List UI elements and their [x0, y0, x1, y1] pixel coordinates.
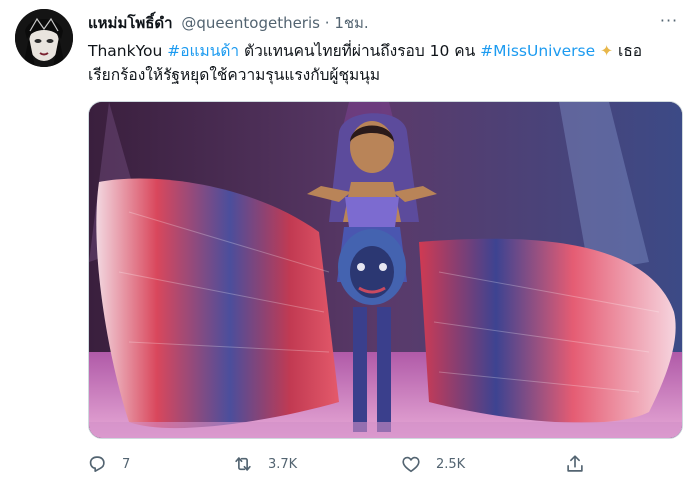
display-name[interactable]: แหม่มโพธิ์ดำ: [88, 14, 173, 32]
retweet-count: 3.7K: [268, 456, 298, 472]
more-options-icon[interactable]: ···: [658, 10, 680, 32]
timestamp[interactable]: 1ชม.: [334, 14, 368, 32]
share-icon: [567, 455, 583, 472]
tweet-text-part: ตัวแทนคนไทยที่ผ่านถึงรอบ 10 คน: [239, 42, 481, 60]
reply-icon: [89, 456, 105, 472]
tweet-card[interactable]: แหม่มโพธิ์ดำ @queentogetheris · 1ชม. ···…: [0, 0, 700, 482]
share-button[interactable]: [564, 449, 586, 479]
tweet-media-image[interactable]: [88, 101, 683, 439]
like-button[interactable]: 2.5K: [400, 449, 465, 479]
separator: ·: [324, 14, 330, 32]
hashtag-link[interactable]: #อแมนด้า: [167, 42, 239, 60]
retweet-button[interactable]: 3.7K: [232, 449, 297, 479]
like-count: 2.5K: [436, 456, 466, 472]
avatar-image: [15, 9, 73, 67]
tweet-header: แหม่มโพธิ์ดำ @queentogetheris · 1ชม.: [88, 11, 369, 35]
user-handle[interactable]: @queentogetheris: [181, 14, 320, 32]
retweet-icon: [235, 457, 251, 471]
hashtag-link[interactable]: #MissUniverse: [480, 42, 595, 60]
heart-icon: [402, 456, 420, 473]
contestant-photo: [89, 102, 682, 438]
tweet-actions: 7 3.7K 2.5K: [86, 449, 606, 479]
sparkle-emoji: ✦: [600, 42, 614, 60]
tweet-text-part: ThankYou: [88, 42, 168, 60]
tweet-text: ThankYou #อแมนด้า ตัวแทนคนไทยที่ผ่านถึงร…: [88, 39, 673, 87]
avatar[interactable]: [15, 9, 73, 67]
reply-count: 7: [122, 456, 131, 472]
reply-button[interactable]: 7: [86, 449, 130, 479]
